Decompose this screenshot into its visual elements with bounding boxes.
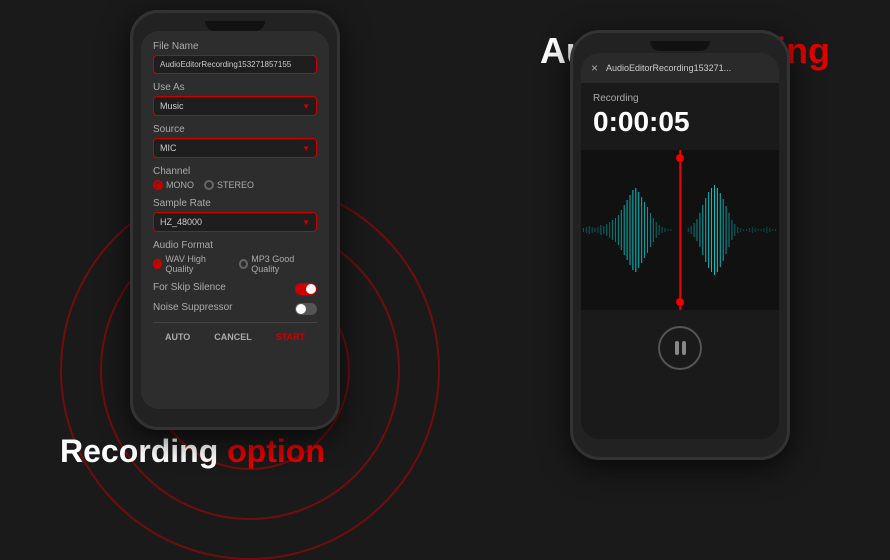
use-as-label: Use As <box>153 82 317 93</box>
sample-rate-arrow: ▼ <box>302 218 310 227</box>
mp3-radio[interactable] <box>239 259 248 269</box>
playhead-line <box>679 150 681 310</box>
phone-right-screen: × AudioEditorRecording153271... Recordin… <box>581 53 779 439</box>
use-as-dropdown[interactable]: Music ▼ <box>153 96 317 116</box>
phone-left-notch <box>205 21 265 31</box>
stereo-label: STEREO <box>217 180 254 190</box>
playhead-dot-bottom <box>676 298 684 306</box>
mono-radio[interactable] <box>153 180 163 190</box>
subtitle-option-red: option <box>227 433 325 469</box>
noise-suppressor-label: Noise Suppressor <box>153 302 232 313</box>
mp3-label: MP3 Good Quality <box>251 254 317 274</box>
sample-rate-dropdown[interactable]: HZ_48000 ▼ <box>153 212 317 232</box>
audio-format-radio-group: WAV High Quality MP3 Good Quality <box>153 254 317 274</box>
noise-suppressor-toggle[interactable] <box>295 303 317 315</box>
source-section: Source MIC ▼ <box>153 124 317 158</box>
skip-silence-row: For Skip Silence <box>153 282 317 296</box>
skip-silence-toggle[interactable] <box>295 283 317 295</box>
file-name-value: AudioEditorRecording153271857155 <box>160 60 291 69</box>
start-button[interactable]: START <box>270 329 311 345</box>
mono-label: MONO <box>166 180 194 190</box>
recording-options-dialog: File Name AudioEditorRecording1532718571… <box>141 31 329 409</box>
wav-label: WAV High Quality <box>165 254 229 274</box>
dialog-buttons: AUTO CANCEL START <box>153 322 317 345</box>
sample-rate-label: Sample Rate <box>153 198 317 209</box>
use-as-arrow: ▼ <box>302 102 310 111</box>
recording-header: × AudioEditorRecording153271... <box>581 53 779 83</box>
cancel-button[interactable]: CANCEL <box>208 329 258 345</box>
channel-section: Channel MONO STEREO <box>153 166 317 190</box>
pause-bar-right <box>682 341 686 355</box>
file-name-input[interactable]: AudioEditorRecording153271857155 <box>153 55 317 74</box>
auto-button[interactable]: AUTO <box>159 329 196 345</box>
channel-radio-group: MONO STEREO <box>153 180 317 190</box>
recording-label: Recording <box>593 93 767 104</box>
sample-rate-section: Sample Rate HZ_48000 ▼ <box>153 198 317 232</box>
wav-radio[interactable] <box>153 259 162 269</box>
waveform-container <box>581 150 779 310</box>
pause-icon <box>675 341 686 355</box>
phone-left-screen: File Name AudioEditorRecording1532718571… <box>141 31 329 409</box>
pause-bar-left <box>675 341 679 355</box>
mp3-option[interactable]: MP3 Good Quality <box>239 254 317 274</box>
audio-format-section: Audio Format WAV High Quality MP3 Good Q… <box>153 240 317 274</box>
file-name-label: File Name <box>153 41 317 52</box>
source-dropdown[interactable]: MIC ▼ <box>153 138 317 158</box>
source-arrow: ▼ <box>302 144 310 153</box>
noise-suppressor-row: Noise Suppressor <box>153 302 317 316</box>
file-name-section: File Name AudioEditorRecording1532718571… <box>153 41 317 74</box>
recording-filename: AudioEditorRecording153271... <box>606 63 769 73</box>
phone-left: File Name AudioEditorRecording1532718571… <box>130 10 340 430</box>
phone-right-notch <box>650 41 710 51</box>
source-label: Source <box>153 124 317 135</box>
close-button[interactable]: × <box>591 61 598 75</box>
audio-format-label: Audio Format <box>153 240 317 251</box>
use-as-section: Use As Music ▼ <box>153 82 317 116</box>
sample-rate-value: HZ_48000 <box>160 217 202 227</box>
recording-info: Recording 0:00:05 <box>581 83 779 142</box>
skip-silence-label: For Skip Silence <box>153 282 226 293</box>
pause-btn-container <box>581 318 779 378</box>
stereo-radio[interactable] <box>204 180 214 190</box>
playhead-dot-top <box>676 154 684 162</box>
phone-right: × AudioEditorRecording153271... Recordin… <box>570 30 790 460</box>
subtitle-recording: Recording <box>60 433 218 469</box>
mono-option[interactable]: MONO <box>153 180 194 190</box>
recording-timer: 0:00:05 <box>593 106 767 138</box>
channel-label: Channel <box>153 166 317 177</box>
wav-option[interactable]: WAV High Quality <box>153 254 229 274</box>
source-value: MIC <box>160 143 177 153</box>
use-as-value: Music <box>160 101 184 111</box>
subtitle: Recording option <box>60 433 325 470</box>
stereo-option[interactable]: STEREO <box>204 180 254 190</box>
pause-button[interactable] <box>658 326 702 370</box>
